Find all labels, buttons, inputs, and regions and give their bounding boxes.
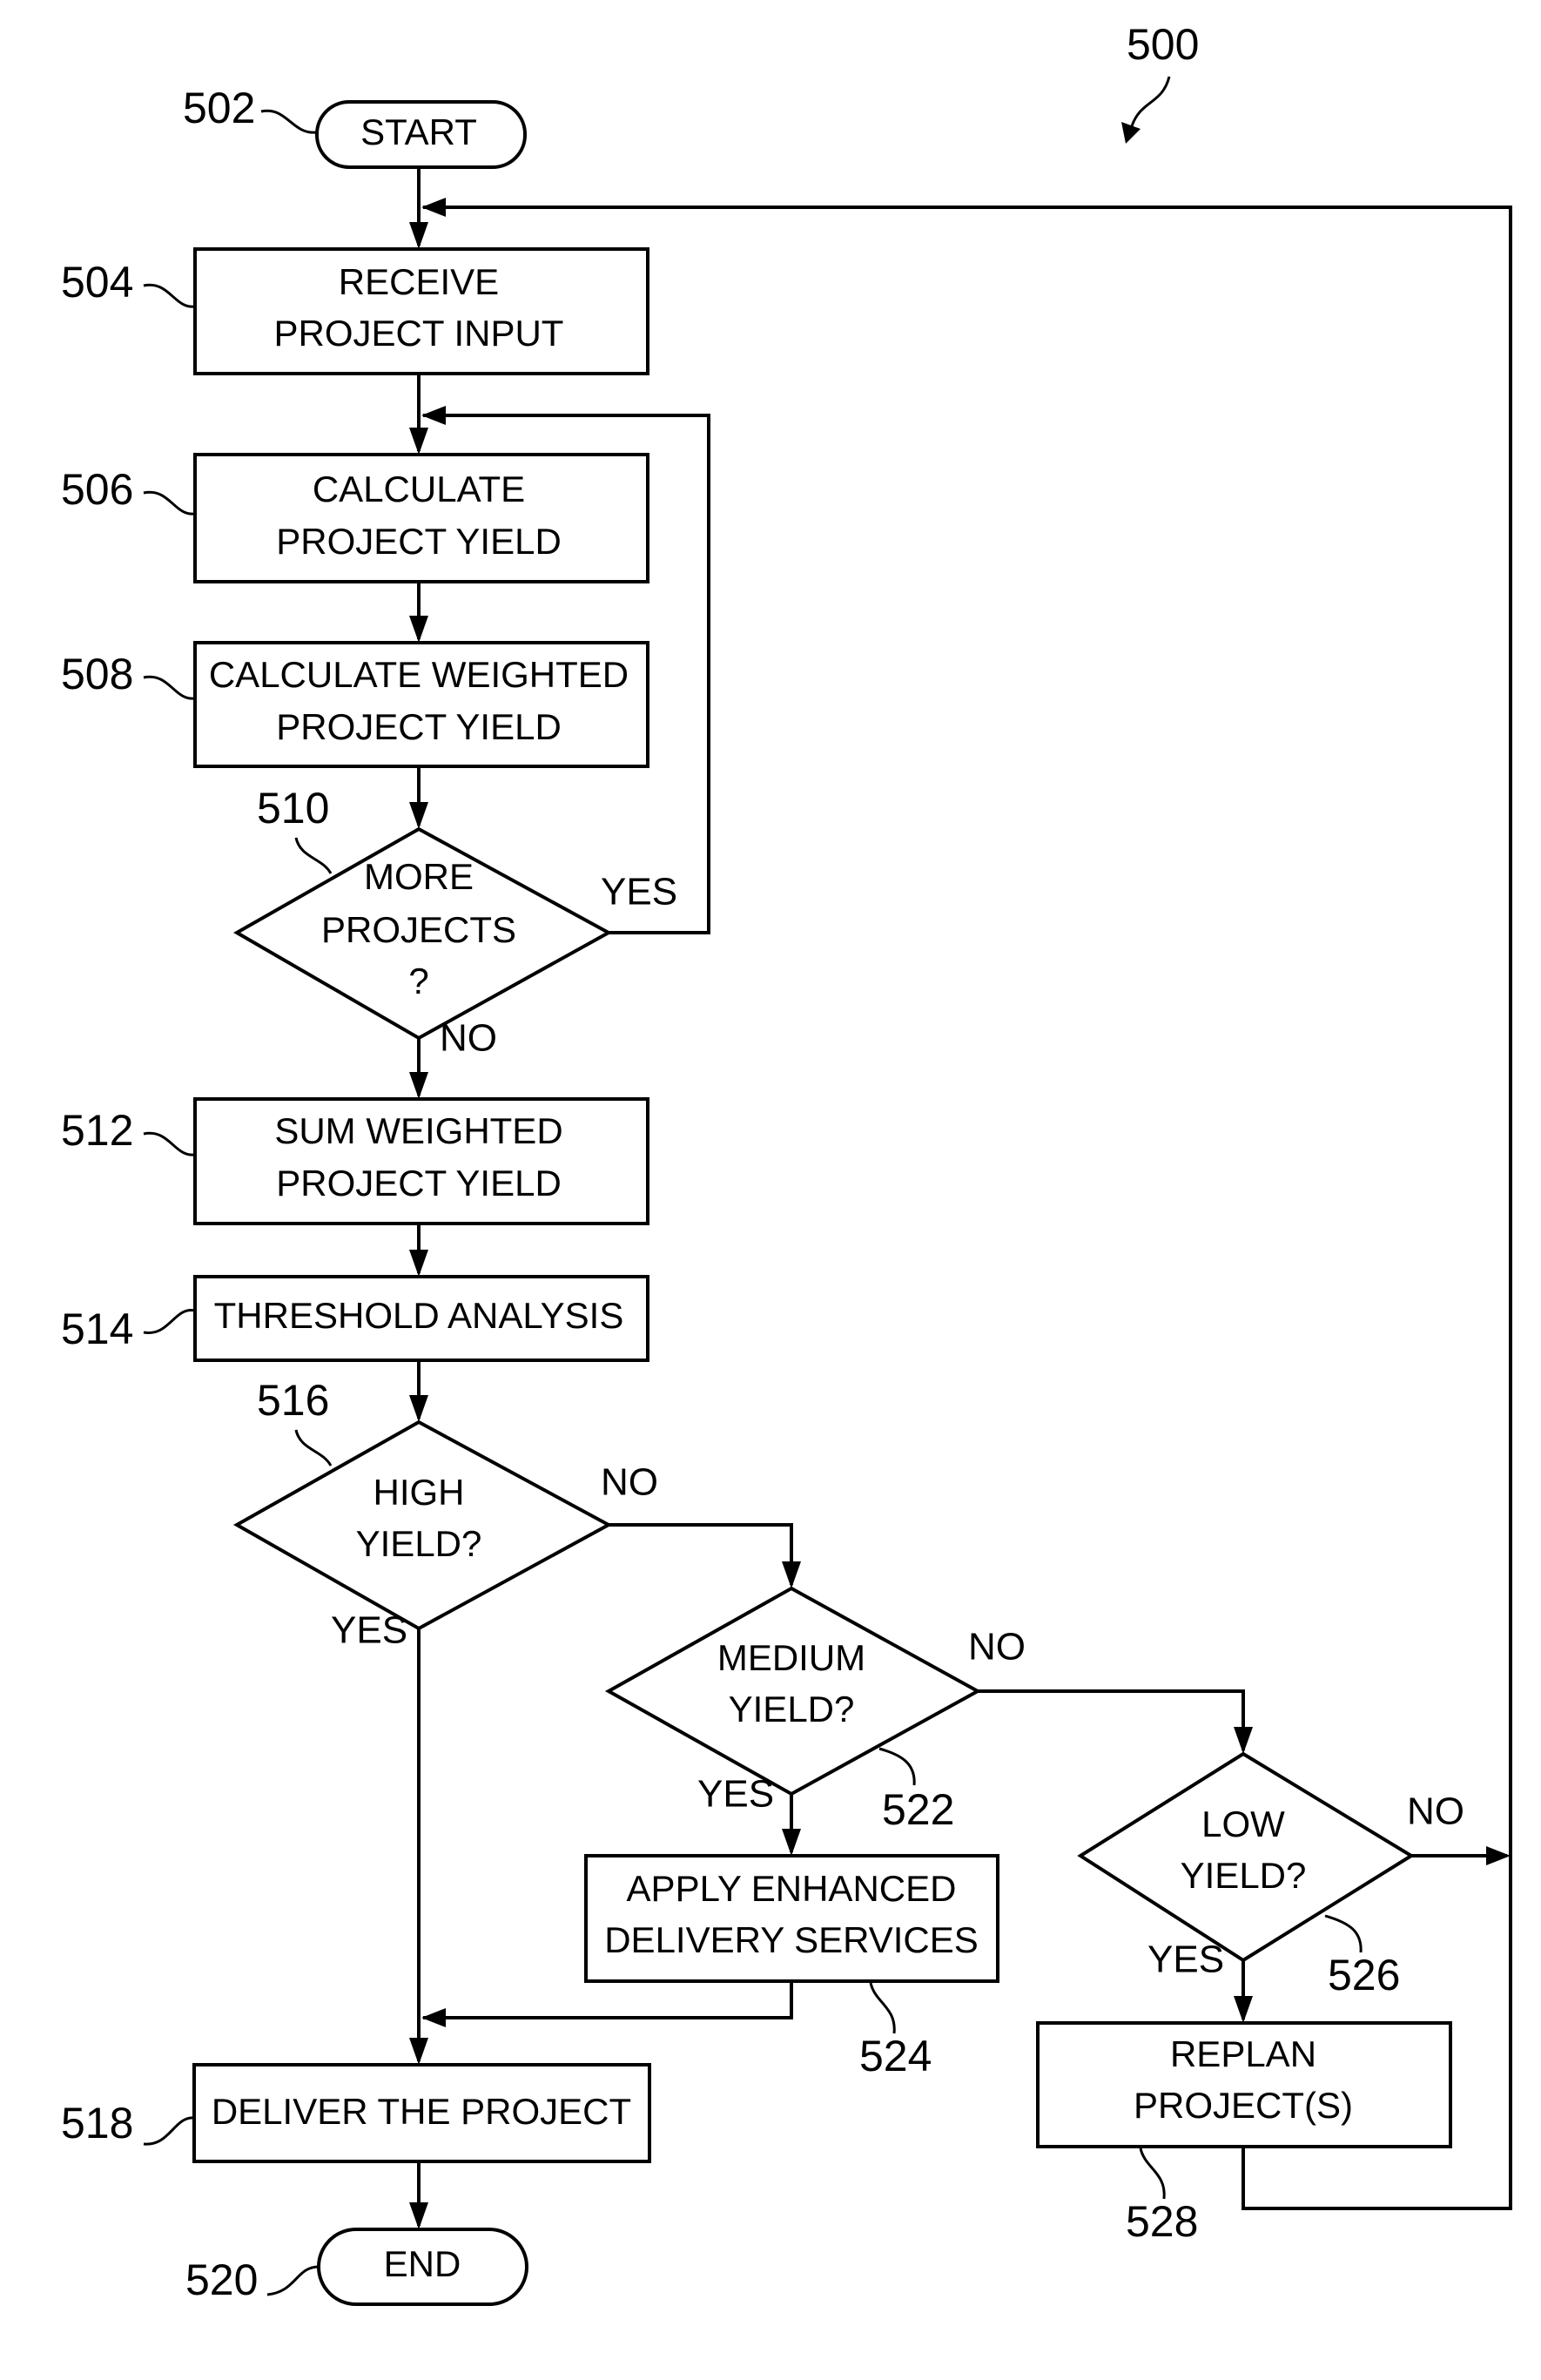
ref-504: 504 xyxy=(61,258,133,307)
edge-516-no xyxy=(609,1523,793,1585)
node-518-deliver-the-project: DELIVER THE PROJECT 518 xyxy=(61,2063,651,2163)
svg-text:PROJECT(S): PROJECT(S) xyxy=(1134,2085,1353,2126)
ref-508: 508 xyxy=(61,650,133,698)
ref-522: 522 xyxy=(882,1785,954,1834)
label-522-yes: YES xyxy=(697,1773,774,1816)
arrowhead xyxy=(409,1250,428,1277)
leader-522 xyxy=(878,1747,916,1786)
leader-528 xyxy=(1139,2147,1166,2200)
ref-512: 512 xyxy=(61,1106,133,1155)
svg-text:CALCULATE: CALCULATE xyxy=(313,469,525,509)
flowchart-500: 500 START 502 RECEIVE PROJECT INPUT 504 … xyxy=(61,20,1512,2306)
arrowhead xyxy=(421,2008,446,2027)
label-510-yes: YES xyxy=(601,871,677,914)
ref-502: 502 xyxy=(183,84,255,132)
leader-508 xyxy=(143,675,196,700)
arrowhead xyxy=(1234,1727,1253,1754)
ref-528: 528 xyxy=(1126,2197,1198,2246)
arrowhead xyxy=(409,1395,428,1422)
label-510-no: NO xyxy=(440,1017,497,1060)
svg-text:HIGH: HIGH xyxy=(373,1472,465,1513)
svg-text:PROJECTS: PROJECTS xyxy=(321,909,516,950)
edge-522-no xyxy=(978,1689,1245,1750)
svg-text:MEDIUM: MEDIUM xyxy=(717,1637,865,1678)
arrowhead xyxy=(1486,1846,1511,1865)
label-526-yes: YES xyxy=(1147,1938,1224,1981)
svg-text:LOW: LOW xyxy=(1201,1804,1285,1844)
leader-504 xyxy=(143,283,196,308)
label-516-yes: YES xyxy=(331,1609,407,1652)
svg-text:SUM WEIGHTED: SUM WEIGHTED xyxy=(274,1110,562,1151)
svg-text:PROJECT YIELD: PROJECT YIELD xyxy=(276,521,562,562)
svg-text:DELIVER THE PROJECT: DELIVER THE PROJECT xyxy=(212,2091,631,2132)
leader-524 xyxy=(869,1982,896,2034)
ref-518: 518 xyxy=(61,2099,133,2147)
arrowhead xyxy=(782,1561,801,1588)
svg-text:PROJECT INPUT: PROJECT INPUT xyxy=(274,313,564,354)
svg-text:YIELD?: YIELD? xyxy=(356,1523,482,1564)
ref-506: 506 xyxy=(61,465,133,514)
svg-text:YIELD?: YIELD? xyxy=(1181,1855,1307,1896)
node-508-calculate-weighted-project-yield: CALCULATE WEIGHTED PROJECT YIELD 508 xyxy=(61,641,649,768)
leader-516 xyxy=(294,1429,333,1466)
arrowhead xyxy=(409,802,428,829)
node-516-high-yield: HIGH YIELD? 516 xyxy=(232,1376,613,1631)
node-504-receive-project-input: RECEIVE PROJECT INPUT 504 xyxy=(61,247,649,375)
arrowhead xyxy=(409,1072,428,1099)
node-start: START 502 xyxy=(183,84,527,169)
leader-520 xyxy=(266,2265,320,2296)
ref-524: 524 xyxy=(859,2032,932,2080)
ref-510: 510 xyxy=(257,784,329,833)
node-510-more-projects: MORE PROJECTS ? 510 xyxy=(232,784,613,1041)
svg-text:DELIVERY SERVICES: DELIVERY SERVICES xyxy=(604,1919,979,1960)
arrowhead xyxy=(1234,1996,1253,2023)
leader-518 xyxy=(143,2116,195,2146)
arrowhead xyxy=(782,1829,801,1856)
node-512-sum-weighted-project-yield: SUM WEIGHTED PROJECT YIELD 512 xyxy=(61,1097,649,1225)
node-526-low-yield: LOW YIELD? 526 xyxy=(1077,1751,1415,1999)
svg-text:CALCULATE WEIGHTED: CALCULATE WEIGHTED xyxy=(209,654,629,695)
svg-text:APPLY ENHANCED: APPLY ENHANCED xyxy=(627,1868,957,1909)
arrowhead xyxy=(409,616,428,643)
label-522-no: NO xyxy=(968,1626,1026,1669)
svg-text:MORE: MORE xyxy=(364,856,474,897)
leader-506 xyxy=(143,490,196,516)
svg-text:PROJECT YIELD: PROJECT YIELD xyxy=(276,1163,562,1203)
arrowhead xyxy=(409,2202,428,2229)
label-516-no: NO xyxy=(601,1461,658,1504)
node-506-calculate-project-yield: CALCULATE PROJECT YIELD 506 xyxy=(61,453,649,583)
ref-520: 520 xyxy=(185,2255,258,2304)
leader-510 xyxy=(294,837,333,874)
arrowhead xyxy=(421,198,446,217)
svg-text:YIELD?: YIELD? xyxy=(729,1689,855,1729)
arrowhead xyxy=(409,428,428,455)
node-514-threshold-analysis: THRESHOLD ANALYSIS 514 xyxy=(61,1275,649,1362)
node-524-apply-enhanced-delivery-services: APPLY ENHANCED DELIVERY SERVICES 524 xyxy=(584,1854,999,2080)
svg-text:THRESHOLD ANALYSIS: THRESHOLD ANALYSIS xyxy=(214,1295,624,1336)
figure-ref-500: 500 xyxy=(1127,20,1199,69)
label-526-no: NO xyxy=(1407,1790,1464,1833)
arrowhead xyxy=(421,406,446,425)
svg-text:RECEIVE: RECEIVE xyxy=(339,261,499,302)
leader-526 xyxy=(1324,1914,1363,1953)
svg-text:START: START xyxy=(360,111,477,152)
svg-text:END: END xyxy=(384,2243,461,2284)
arrowhead xyxy=(409,2038,428,2065)
svg-text:PROJECT YIELD: PROJECT YIELD xyxy=(276,706,562,747)
ref-514: 514 xyxy=(61,1305,133,1353)
leader-512 xyxy=(143,1131,196,1156)
edge-524-merge xyxy=(423,1981,793,2019)
leader-502 xyxy=(260,109,318,134)
arrowhead xyxy=(409,222,428,249)
figure-ref-arrow xyxy=(1130,76,1171,127)
node-end: END 520 xyxy=(185,2228,528,2306)
: REPLAN xyxy=(1170,2033,1316,2074)
leader-514 xyxy=(143,1309,196,1334)
ref-526: 526 xyxy=(1328,1951,1400,1999)
node-528-replan-projects: REPLAN PROJECT(S) 528 xyxy=(1036,2021,1452,2246)
ref-516: 516 xyxy=(257,1376,329,1425)
svg-text:?: ? xyxy=(408,961,428,1001)
